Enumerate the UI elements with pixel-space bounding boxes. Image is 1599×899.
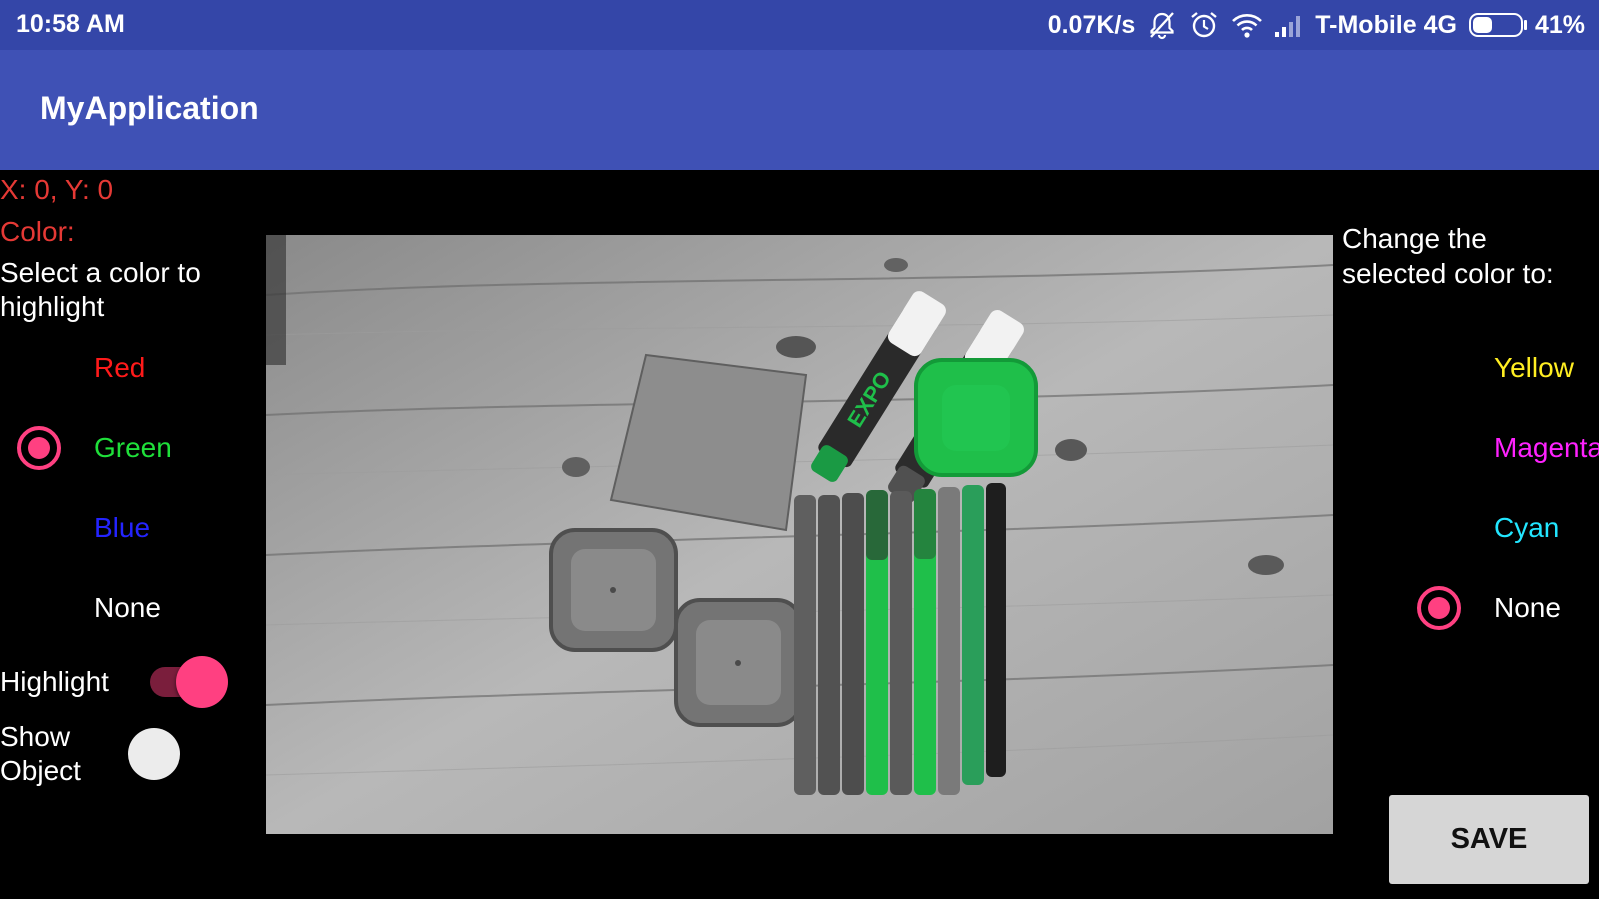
radio-label-green: Green xyxy=(94,432,172,463)
save-button[interactable]: SAVE xyxy=(1389,795,1589,884)
show-object-label: Show Object xyxy=(0,721,81,786)
select-color-prompt: Select a color to highlight xyxy=(0,257,201,322)
radio-yellow[interactable]: Yellow xyxy=(1414,340,1574,396)
radio-button[interactable] xyxy=(14,583,64,633)
radio-button[interactable] xyxy=(14,423,64,473)
radio-none-target[interactable]: None xyxy=(1414,580,1561,636)
radio-none-source[interactable]: None xyxy=(14,580,161,636)
radio-label-blue: Blue xyxy=(94,512,151,543)
radio-red[interactable]: Red xyxy=(14,340,145,396)
color-label: Color: xyxy=(0,216,75,247)
alarm-icon xyxy=(1189,10,1219,40)
radio-button[interactable] xyxy=(1414,423,1464,473)
radio-label-magenta: Magenta xyxy=(1494,432,1599,463)
wifi-icon xyxy=(1231,10,1263,40)
status-icons: 0.07K/s T-Mobile 4G 41% xyxy=(1036,9,1585,41)
highlight-label: Highlight xyxy=(0,666,109,697)
status-time: 10:58 AM xyxy=(16,10,125,38)
signal-icon xyxy=(1273,10,1303,40)
app-title: MyApplication xyxy=(40,90,259,126)
bell-off-icon xyxy=(1147,10,1177,40)
radio-label-red: Red xyxy=(94,352,146,383)
highlight-toggle[interactable] xyxy=(148,654,230,710)
radio-label-none: None xyxy=(1494,592,1561,623)
radio-label-cyan: Cyan xyxy=(1494,512,1560,543)
radio-label-yellow: Yellow xyxy=(1494,352,1574,383)
battery-percent: 41% xyxy=(1534,10,1585,39)
change-color-prompt: Change the selected color to: xyxy=(1342,223,1554,289)
app-bar: MyApplication xyxy=(0,50,1599,170)
radio-magenta[interactable]: Magenta xyxy=(1414,420,1599,476)
radio-label-none: None xyxy=(94,592,161,623)
radio-blue[interactable]: Blue xyxy=(14,500,150,556)
radio-button[interactable] xyxy=(1414,503,1464,553)
battery-icon xyxy=(1468,13,1527,37)
carrier-name: T-Mobile 4G xyxy=(1315,10,1457,39)
network-speed: 0.07K/s xyxy=(1047,10,1136,39)
status-bar: 10:58 AM 0.07K/s T-Mobile 4G 41% xyxy=(0,0,1599,50)
radio-button[interactable] xyxy=(14,343,64,393)
radio-green[interactable]: Green xyxy=(14,420,172,476)
show-object-toggle[interactable] xyxy=(128,726,210,782)
camera-preview[interactable]: EXPO EXPO xyxy=(266,235,1333,834)
radio-cyan[interactable]: Cyan xyxy=(1414,500,1559,556)
coordinates-readout: X: 0, Y: 0 xyxy=(0,174,114,205)
radio-button[interactable] xyxy=(14,503,64,553)
radio-button[interactable] xyxy=(1414,583,1464,633)
radio-button[interactable] xyxy=(1414,343,1464,393)
